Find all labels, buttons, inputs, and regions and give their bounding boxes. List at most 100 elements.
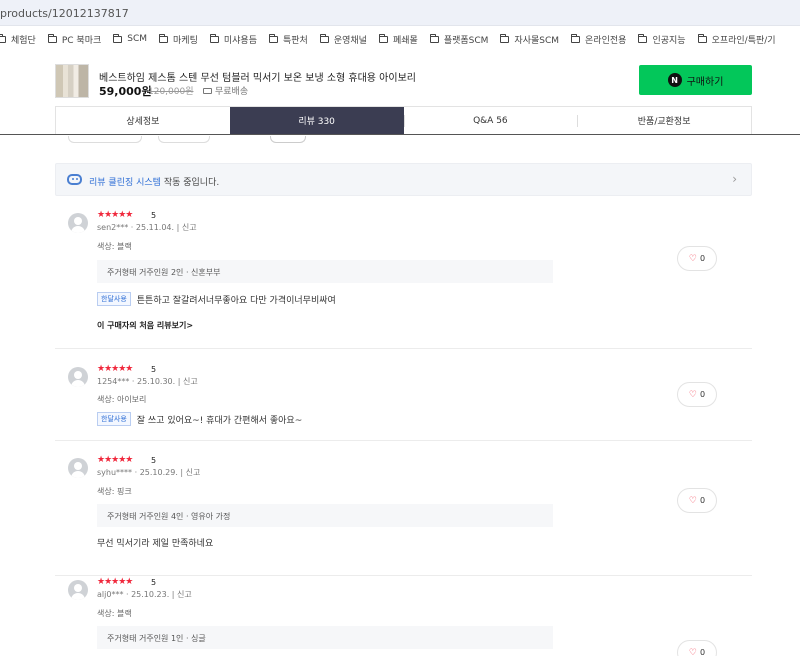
review-user: sen2***: [97, 223, 129, 232]
review-text: 잘 쓰고 있어요~! 휴대가 간편해서 좋아요~: [136, 415, 303, 426]
address-bar[interactable]: products/12012137817: [0, 0, 800, 26]
review-item: ★★★★★ 5 alj0*** · 25.10.23. | 신고 색상: 블랙 …: [55, 577, 752, 656]
usage-badge: 한달사용: [97, 412, 131, 426]
bookmark-folder[interactable]: 플랫폼SCM: [429, 33, 488, 46]
buyer-info-box: 주거형태 거주인원 4인 · 영유아 가정: [97, 504, 553, 527]
star-rating: ★★★★★: [97, 455, 133, 465]
thumbs-up-icon: ♡: [688, 647, 697, 656]
report-link[interactable]: 신고: [183, 377, 198, 386]
like-button[interactable]: ♡ 0: [677, 382, 717, 407]
review-option: 색상: 블랙: [97, 609, 132, 618]
star-rating: ★★★★★: [97, 577, 133, 587]
review-divider: [55, 348, 752, 349]
bookmark-folder[interactable]: 마케팅: [159, 33, 198, 46]
folder-icon: [269, 33, 278, 43]
review-date: 25.10.29.: [139, 468, 178, 477]
review-date: 25.11.04.: [135, 223, 175, 232]
bookmark-folder[interactable]: SCM: [113, 33, 147, 44]
tab-return-exchange[interactable]: 반품/교환정보: [577, 107, 751, 134]
review-item: ★★★★★ 5 syhu**** · 25.10.29. | 신고 색상: 핑크…: [55, 455, 752, 565]
rating-score: 5: [151, 365, 157, 374]
naver-pay-icon: N: [667, 73, 682, 87]
avatar: [68, 458, 88, 478]
review-option: 색상: 핑크: [97, 487, 132, 496]
folder-icon: [159, 33, 169, 43]
product-thumbnail[interactable]: [55, 64, 89, 98]
header-divider: [0, 134, 800, 135]
bookmark-folder[interactable]: 미샤용듬: [209, 33, 257, 46]
review-body: 한달사용 튼튼하고 잘갈려서너무좋아요 다만 가격이너무비싸여: [97, 292, 336, 306]
star-rating: ★★★★★: [97, 210, 133, 220]
like-button[interactable]: ♡ 0: [677, 246, 717, 271]
buy-button[interactable]: N 구매하기: [639, 65, 752, 95]
rating-score: 5: [151, 211, 157, 220]
thumbs-up-icon: ♡: [688, 389, 697, 400]
bookmark-folder[interactable]: 운영채널: [319, 33, 367, 46]
rating-score: 5: [151, 578, 157, 587]
star-rating: ★★★★★: [97, 364, 133, 374]
folder-icon: [500, 33, 510, 43]
folder-icon: [429, 33, 439, 43]
rating-score: 5: [151, 456, 157, 465]
folder-icon: [638, 33, 648, 43]
review-text: 튼튼하고 잘갈려서너무좋아요 다만 가격이너무비싸여: [136, 295, 336, 306]
review-date: 25.10.23.: [131, 590, 170, 599]
folder-icon: [209, 33, 219, 43]
first-review-link[interactable]: 이 구매자의 처음 리뷰보기>: [97, 320, 193, 331]
avatar: [68, 367, 88, 387]
folder-icon: [113, 33, 123, 43]
review-body: 한달사용 잘 쓰고 있어요~! 휴대가 간편해서 좋아요~: [97, 412, 302, 426]
review-body: 무선 믹서기라 제일 만족하네요: [97, 536, 213, 549]
shipping-info: 무료배송: [203, 84, 248, 97]
bookmark-folder[interactable]: 체험단: [0, 33, 36, 46]
usage-badge: 한달사용: [97, 292, 131, 306]
url-text: products/12012137817: [0, 7, 129, 20]
folder-icon: [378, 33, 388, 43]
bookmark-folder[interactable]: 인공지능: [638, 33, 686, 46]
bookmark-folder[interactable]: 온라인전용: [571, 33, 626, 46]
like-button[interactable]: ♡ 0: [677, 640, 717, 656]
review-divider: [55, 440, 752, 441]
report-link[interactable]: 신고: [177, 590, 192, 599]
thumbs-up-icon: ♡: [688, 495, 697, 506]
avatar: [68, 213, 88, 233]
review-user: 1254***: [97, 377, 130, 386]
review-item: ★★★★★ 5 sen2*** · 25.11.04. | 신고 색상: 블랙 …: [55, 210, 752, 346]
like-button[interactable]: ♡ 0: [677, 488, 717, 513]
review-cleanbot-bar[interactable]: 리뷰 클린징 시스템 작동 중입니다. ›: [55, 163, 752, 196]
bookmarks-bar: 체험단 PC 북마크 SCM 마케팅 미샤용듬 특판처 운영채널 폐쇄몰 플랫폼…: [0, 28, 800, 50]
review-meta: syhu**** · 25.10.29. | 신고: [97, 468, 201, 477]
bookmark-folder[interactable]: 자사몰SCM: [500, 33, 559, 46]
product-tabs: 상세정보 리뷰 330 Q&A 56 반품/교환정보: [55, 106, 752, 134]
filter-chip-partial[interactable]: [158, 136, 210, 143]
report-link[interactable]: 신고: [182, 223, 197, 232]
chevron-right-icon: ›: [732, 172, 737, 186]
review-meta: sen2*** · 25.11.04. | 신고: [97, 223, 197, 232]
tab-details[interactable]: 상세정보: [56, 107, 230, 134]
review-divider: [55, 575, 752, 576]
folder-icon: [697, 33, 707, 43]
folder-icon: [47, 33, 57, 43]
review-item: ★★★★★ 5 1254*** · 25.10.30. | 신고 색상: 아이보…: [55, 364, 752, 436]
tab-qna[interactable]: Q&A 56: [403, 107, 578, 134]
folder-icon: [319, 33, 329, 43]
filter-chip-partial[interactable]: [270, 136, 306, 143]
bookmark-folder[interactable]: 오프라인/특판/기: [697, 33, 776, 46]
tab-reviews[interactable]: 리뷰 330: [229, 107, 404, 134]
filter-chip-partial[interactable]: [68, 136, 142, 143]
original-price: 120,000원: [148, 87, 194, 97]
buyer-info-box: 주거형태 거주인원 2인 · 신혼부부: [97, 260, 553, 283]
truck-icon: [203, 87, 212, 94]
product-price: 59,000원: [99, 85, 152, 98]
folder-icon: [0, 33, 6, 43]
bookmark-folder[interactable]: PC 북마크: [47, 33, 101, 46]
avatar: [68, 580, 88, 600]
bookmark-folder[interactable]: 특판처: [269, 33, 308, 46]
product-title: 베스트하임 제스톰 스텐 무선 텀블러 믹서기 보온 보냉 소형 휴대용 아이보…: [99, 73, 416, 84]
bookmark-folder[interactable]: 폐쇄몰: [378, 33, 418, 46]
report-link[interactable]: 신고: [186, 468, 201, 477]
review-meta: 1254*** · 25.10.30. | 신고: [97, 377, 198, 386]
thumbs-up-icon: ♡: [688, 253, 697, 264]
review-date: 25.10.30.: [137, 377, 176, 386]
review-text: 무선 믹서기라 제일 만족하네요: [97, 539, 214, 549]
